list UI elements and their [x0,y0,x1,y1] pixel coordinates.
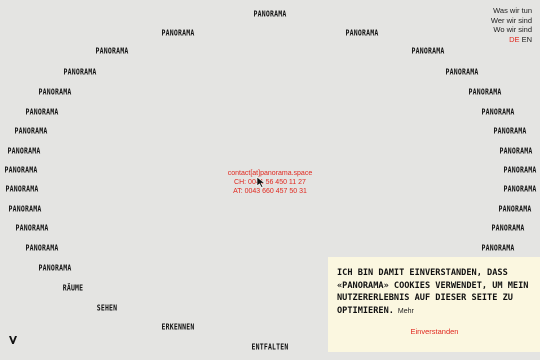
ring-word: PANORAMA [161,28,195,38]
ring-word: PANORAMA [38,263,72,273]
ring-word: PANORAMA [411,46,445,56]
ring-word: ENTFALTEN [251,342,289,352]
panorama-v-logo-icon[interactable] [8,335,18,345]
ring-word: PANORAMA [491,223,525,233]
lang-en[interactable]: EN [522,35,532,44]
ring-word: PANORAMA [38,87,72,97]
nav-link-wo-wir-sind[interactable]: Wo wir sind [491,25,532,35]
main-nav: Was wir tun Wer wir sind Wo wir sind DE … [491,6,532,44]
ring-word: PANORAMA [445,67,479,77]
ring-word: PANORAMA [25,243,59,253]
ring-word: PANORAMA [15,223,49,233]
cookie-more-link[interactable]: Mehr [398,308,414,315]
ring-word: PANORAMA [499,146,533,156]
ring-word: PANORAMA [5,184,39,194]
ring-word: PANORAMA [63,67,97,77]
language-switcher: DE EN [491,35,532,45]
ring-word: PANORAMA [503,165,537,175]
nav-link-wer-wir-sind[interactable]: Wer wir sind [491,16,532,26]
contact-phone-ch[interactable]: CH: 0041 56 450 11 27 [228,178,312,187]
ring-word: PANORAMA [4,165,38,175]
ring-word: PANORAMA [253,9,287,19]
cookie-consent-text: ICH BIN DAMIT EINVERSTANDEN, DASS «PANOR… [337,267,532,318]
ring-word: PANORAMA [481,107,515,117]
ring-word: PANORAMA [481,243,515,253]
ring-word: PANORAMA [7,146,41,156]
contact-block: contact[at]panorama.space CH: 0041 56 45… [228,169,312,196]
ring-word: PANORAMA [503,184,537,194]
lang-de[interactable]: DE [509,35,519,44]
ring-word: PANORAMA [14,126,48,136]
mouse-cursor-icon [256,176,266,188]
ring-word: PANORAMA [468,87,502,97]
ring-word: SEHEN [96,303,118,313]
ring-word: PANORAMA [345,28,379,38]
ring-word: RÄUME [62,283,84,293]
ring-word: PANORAMA [498,204,532,214]
ring-word: PANORAMA [95,46,129,56]
cookie-message: ICH BIN DAMIT EINVERSTANDEN, DASS «PANOR… [337,268,529,316]
cookie-accept-button[interactable]: Einverstanden [337,327,532,336]
cookie-banner: ICH BIN DAMIT EINVERSTANDEN, DASS «PANOR… [328,257,540,352]
ring-word: PANORAMA [8,204,42,214]
nav-link-was-wir-tun[interactable]: Was wir tun [491,6,532,16]
ring-word: ERKENNEN [161,322,195,332]
ring-word: PANORAMA [25,107,59,117]
contact-phone-at[interactable]: AT: 0043 660 457 50 31 [228,187,312,196]
contact-email[interactable]: contact[at]panorama.space [228,169,312,178]
ring-word: PANORAMA [493,126,527,136]
